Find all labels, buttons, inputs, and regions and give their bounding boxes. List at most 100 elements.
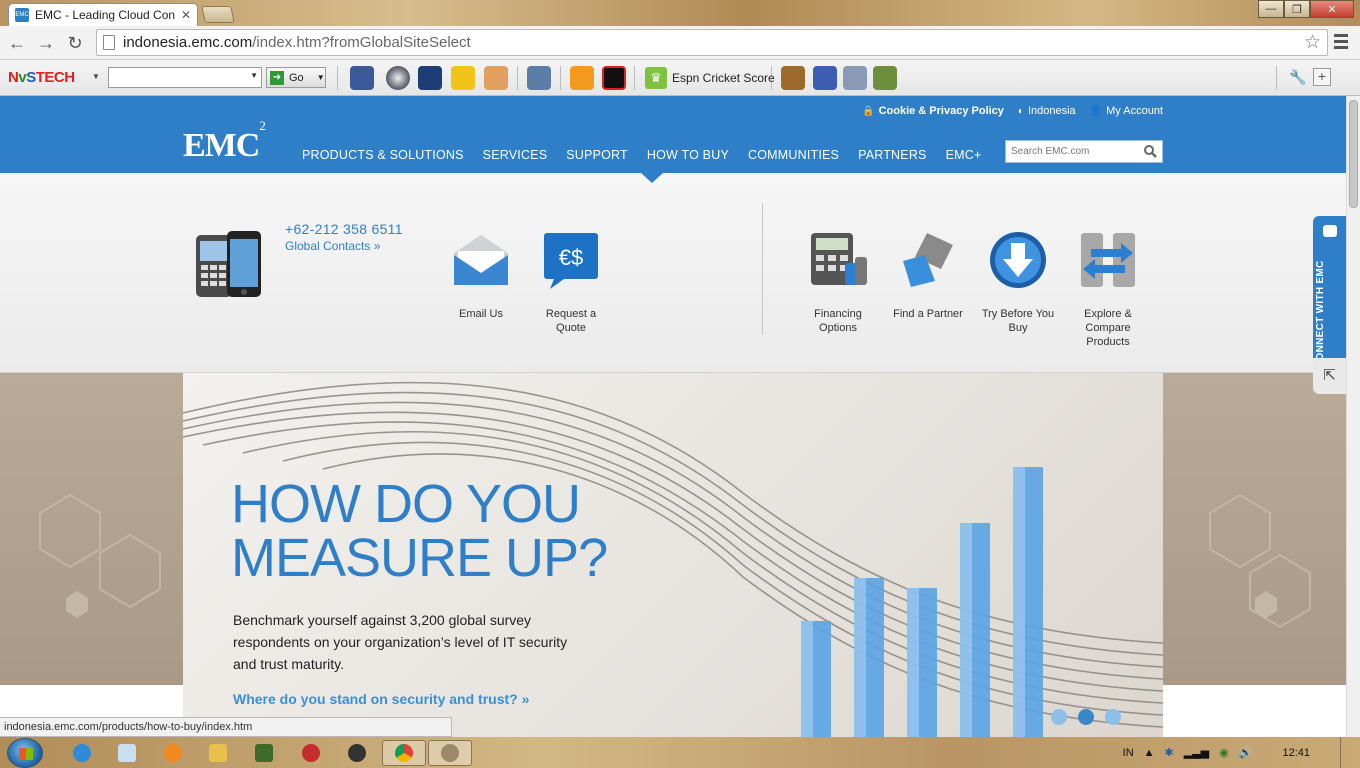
start-button[interactable] xyxy=(7,738,43,768)
reload-icon[interactable]: ↻ xyxy=(64,32,86,54)
windows-logo-icon xyxy=(19,748,33,760)
nav-partners[interactable]: PARTNERS xyxy=(858,148,927,162)
cookie-policy-link[interactable]: 🔒 Cookie & Privacy Policy xyxy=(862,105,1004,117)
carousel-pagination xyxy=(1051,709,1121,725)
menu-divider xyxy=(762,203,763,335)
car-icon[interactable] xyxy=(813,66,837,90)
carousel-dot-1[interactable] xyxy=(1051,709,1067,725)
taskbar-settings[interactable] xyxy=(339,740,375,766)
link-status-bar: indonesia.emc.com/products/how-to-buy/in… xyxy=(0,717,452,737)
show-desktop-button[interactable] xyxy=(1340,737,1350,768)
taskbar-notepad[interactable] xyxy=(109,740,145,766)
ebay-icon[interactable] xyxy=(451,66,475,90)
try-before-buy-item[interactable]: Try Before You Buy xyxy=(968,229,1068,335)
contact-phone[interactable]: +62-212 358 6511 xyxy=(285,221,403,237)
tab-close-icon[interactable]: ✕ xyxy=(181,8,191,22)
robot-icon[interactable] xyxy=(484,66,508,90)
svg-text:€$: €$ xyxy=(559,245,583,270)
hero-cta-link[interactable]: Where do you stand on security and trust… xyxy=(233,691,529,707)
nav-how-to-buy[interactable]: HOW TO BUY xyxy=(647,148,729,162)
emc-logo[interactable]: EMC2 xyxy=(183,119,266,163)
toolbar-divider xyxy=(634,66,635,90)
minimize-button[interactable]: — xyxy=(1258,0,1284,18)
global-contacts-link[interactable]: Global Contacts » xyxy=(285,239,380,253)
carousel-dot-3[interactable] xyxy=(1105,709,1121,725)
address-bar[interactable]: indonesia.emc.com/index.htm?fromGlobalSi… xyxy=(96,29,1328,56)
connect-with-emc-tab[interactable]: CONNECT WITH EMC ⇱ xyxy=(1313,216,1346,394)
add-extension-button[interactable]: + xyxy=(1313,68,1331,86)
youtube-icon[interactable] xyxy=(418,66,442,90)
taskbar-ie[interactable] xyxy=(64,740,100,766)
input-language[interactable]: IN xyxy=(1123,747,1134,759)
game-icon[interactable] xyxy=(781,66,805,90)
new-tab-button[interactable] xyxy=(201,6,235,23)
forward-arrow-icon[interactable]: → xyxy=(35,32,57,54)
nav-communities[interactable]: COMMUNITIES xyxy=(748,148,839,162)
taskbar-dreamweaver[interactable] xyxy=(246,740,282,766)
lock-icon: 🔒 xyxy=(862,105,875,117)
taskbar-media[interactable] xyxy=(155,740,191,766)
flash-icon[interactable] xyxy=(602,66,626,90)
calculator-icon xyxy=(811,233,867,285)
volume-icon[interactable]: 🔊 xyxy=(1239,746,1253,759)
wrench-icon[interactable]: 🔧 xyxy=(1289,69,1306,86)
nav-support[interactable]: SUPPORT xyxy=(566,148,628,162)
emc-header: 🔒 Cookie & Privacy Policy ◐ Indonesia 👤 My … xyxy=(0,96,1346,173)
page-icon xyxy=(103,35,115,50)
nav-emc-plus[interactable]: EMC+ xyxy=(946,148,982,162)
tools-icon[interactable] xyxy=(843,66,867,90)
nav-products-solutions[interactable]: PRODUCTS & SOLUTIONS xyxy=(302,148,464,162)
nvstech-logo[interactable]: NvSTECH xyxy=(8,69,75,86)
taskbar-app[interactable] xyxy=(293,740,329,766)
site-search-input[interactable] xyxy=(1011,146,1139,157)
carousel-dot-2[interactable] xyxy=(1078,709,1094,725)
address-url[interactable]: indonesia.emc.com/index.htm?fromGlobalSi… xyxy=(123,34,1296,51)
compare-arrows-icon xyxy=(1081,233,1135,287)
page-scrollbar[interactable] xyxy=(1346,96,1360,737)
taskbar-chrome[interactable] xyxy=(382,740,426,766)
network-icon[interactable]: ◉ xyxy=(1219,746,1229,759)
nav-services[interactable]: SERVICES xyxy=(483,148,548,162)
system-clock[interactable]: 12:41 xyxy=(1282,747,1310,759)
notepad-icon xyxy=(118,744,136,762)
facebook-icon[interactable] xyxy=(350,66,374,90)
bluetooth-icon[interactable]: ✱ xyxy=(1165,746,1174,759)
signal-icon[interactable]: ▂▃▅ xyxy=(1184,746,1209,759)
chat-bubble-icon xyxy=(1323,225,1337,237)
chrome-menu-icon[interactable] xyxy=(1334,34,1348,50)
active-nav-caret xyxy=(641,173,663,183)
close-window-button[interactable]: ✕ xyxy=(1310,0,1354,18)
search-icon[interactable] xyxy=(1143,144,1157,158)
taskbar-explorer[interactable] xyxy=(200,740,236,766)
chevron-down-icon[interactable]: ▼ xyxy=(317,73,325,82)
maximize-button[interactable]: ❐ xyxy=(1284,0,1310,18)
bookmark-star-icon[interactable]: ☆ xyxy=(1304,31,1321,54)
search-extension-icon[interactable] xyxy=(570,66,594,90)
financing-options-item[interactable]: Financing Options xyxy=(788,229,888,335)
toolbar-search-input[interactable]: ▼ xyxy=(108,67,262,88)
back-arrow-icon[interactable]: ← xyxy=(6,32,28,54)
extensions-toolbar: NvSTECH ▼ ▼ ➜ Go ▼ ♛ Espn Cricket Score … xyxy=(0,60,1360,96)
tray-expand-icon[interactable]: ▲ xyxy=(1144,747,1155,759)
chevron-down-icon[interactable]: ▼ xyxy=(92,72,100,81)
email-us-item[interactable]: Email Us xyxy=(431,229,531,321)
camera-icon[interactable] xyxy=(386,66,410,90)
camera-lens-icon[interactable] xyxy=(873,66,897,90)
request-quote-item[interactable]: €$ Request a Quote xyxy=(521,229,621,335)
my-account-link[interactable]: 👤 My Account xyxy=(1090,105,1163,117)
envelope-icon xyxy=(454,235,508,285)
browser-tab-active[interactable]: EMC EMC - Leading Cloud Con ✕ xyxy=(8,3,198,26)
chevron-down-icon[interactable]: ▼ xyxy=(250,71,258,80)
web-page: 🔒 Cookie & Privacy Policy ◐ Indonesia 👤 My … xyxy=(0,96,1346,737)
hero-banner[interactable]: HOW DO YOU MEASURE UP? Benchmark yoursel… xyxy=(183,373,1163,737)
chat-icon[interactable] xyxy=(527,66,551,90)
taskbar-app-2[interactable] xyxy=(428,740,472,766)
site-search xyxy=(1005,140,1163,163)
go-button[interactable]: ➜ Go ▼ xyxy=(266,67,326,88)
find-partner-item[interactable]: Find a Partner xyxy=(878,229,978,321)
country-link[interactable]: ◐ Indonesia xyxy=(1018,105,1076,117)
scrollbar-thumb[interactable] xyxy=(1349,100,1358,208)
espn-cricket-extension[interactable]: ♛ Espn Cricket Score xyxy=(645,67,775,89)
explore-compare-item[interactable]: Explore & Compare Products xyxy=(1058,229,1158,349)
share-icon[interactable]: ⇱ xyxy=(1313,358,1346,394)
